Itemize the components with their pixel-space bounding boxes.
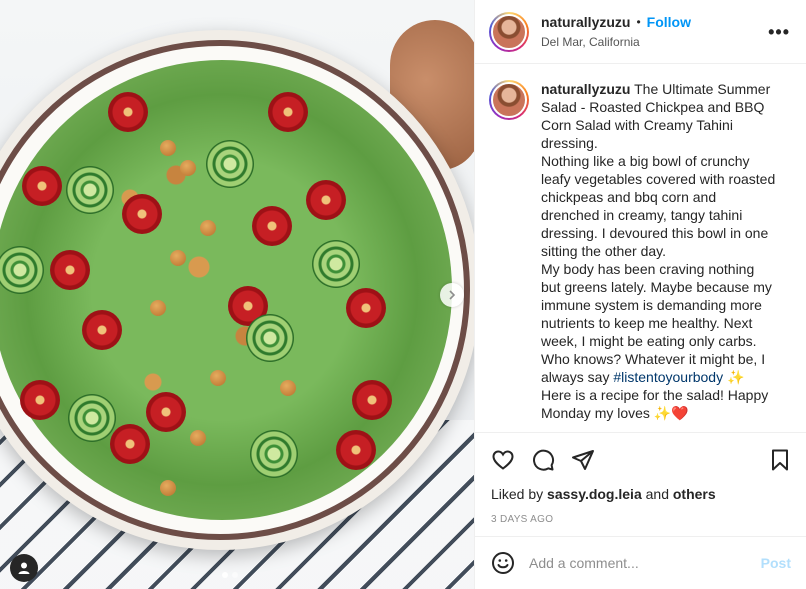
share-button[interactable]	[571, 448, 595, 472]
post-location[interactable]: Del Mar, California	[541, 35, 691, 49]
cucumber-roll	[250, 430, 298, 478]
tomato	[306, 180, 346, 220]
smile-icon	[492, 552, 514, 574]
tomato	[252, 206, 292, 246]
carousel-dot	[222, 572, 228, 578]
caption-avatar[interactable]	[489, 80, 529, 120]
share-icon	[572, 449, 594, 470]
hashtag-link[interactable]: #listentoyourbody	[613, 369, 723, 385]
carousel-dots	[222, 572, 238, 578]
chickpea	[190, 430, 206, 446]
user-tag-icon	[18, 562, 30, 574]
comment-button[interactable]	[531, 448, 555, 472]
tomato	[50, 250, 90, 290]
emoji-button[interactable]	[491, 551, 515, 575]
post-panel: naturallyzuzu • Follow Del Mar, Californ…	[474, 0, 806, 589]
caption-area: naturallyzuzu The Ultimate Summer Salad …	[475, 64, 806, 432]
post-comment-button[interactable]: Post	[761, 555, 791, 571]
tomato	[22, 166, 62, 206]
chickpea	[160, 480, 176, 496]
sparkles-emoji: ✨	[727, 369, 745, 385]
chevron-right-icon	[449, 290, 456, 300]
bookmark-icon	[772, 449, 788, 471]
cucumber-roll	[206, 140, 254, 188]
cucumber-roll	[66, 166, 114, 214]
tomato	[352, 380, 392, 420]
tomato	[110, 424, 150, 464]
chickpea	[160, 140, 176, 156]
carousel-dot	[232, 572, 238, 578]
sparkles-heart-emoji: ✨❤️	[653, 405, 689, 421]
separator-bullet: •	[636, 15, 641, 29]
likes-mid: and	[645, 486, 669, 502]
comment-input[interactable]: Add a comment...	[529, 555, 761, 571]
liked-by-user[interactable]: sassy.dog.leia	[547, 486, 642, 502]
tomato	[122, 194, 162, 234]
heart-icon	[492, 449, 514, 470]
caption-line: Nothing like a big bowl of crunchy leafy…	[541, 153, 776, 259]
post-image[interactable]	[0, 0, 474, 589]
user-tag-button[interactable]	[10, 554, 38, 582]
tomato	[20, 380, 60, 420]
author-avatar[interactable]	[489, 11, 529, 52]
save-button[interactable]	[768, 448, 792, 477]
tomato	[108, 92, 148, 132]
comment-bar: Add a comment... Post	[475, 536, 806, 589]
tomato	[268, 92, 308, 132]
chickpea	[200, 220, 216, 236]
chickpea	[150, 300, 166, 316]
carousel-next-button[interactable]	[440, 283, 464, 307]
likes-others-link[interactable]: others	[673, 486, 716, 502]
chickpea	[210, 370, 226, 386]
cucumber-roll	[68, 394, 116, 442]
cucumber-roll	[312, 240, 360, 288]
tomato	[82, 310, 122, 350]
comment-icon	[533, 449, 555, 471]
more-options-icon[interactable]: •••	[768, 22, 790, 43]
chickpea	[280, 380, 296, 396]
salad	[0, 60, 452, 520]
chickpea	[180, 160, 196, 176]
post-timestamp[interactable]: 3 DAYS AGO	[475, 514, 806, 525]
like-button[interactable]	[491, 448, 515, 472]
chickpea	[170, 250, 186, 266]
post-caption: naturallyzuzu The Ultimate Summer Salad …	[541, 80, 777, 432]
tomato	[346, 288, 386, 328]
likes-summary: Liked by sassy.dog.leia and others	[475, 486, 806, 504]
author-username[interactable]: naturallyzuzu	[541, 14, 630, 30]
tomato	[336, 430, 376, 470]
follow-button[interactable]: Follow	[647, 14, 691, 30]
tomato	[146, 392, 186, 432]
action-bar	[475, 432, 806, 486]
post-header: naturallyzuzu • Follow Del Mar, Californ…	[475, 0, 806, 64]
caption-username[interactable]: naturallyzuzu	[541, 81, 630, 97]
caption-line: My body has been craving nothing but gre…	[541, 261, 772, 385]
cucumber-roll	[246, 314, 294, 362]
likes-prefix: Liked by	[491, 486, 544, 502]
